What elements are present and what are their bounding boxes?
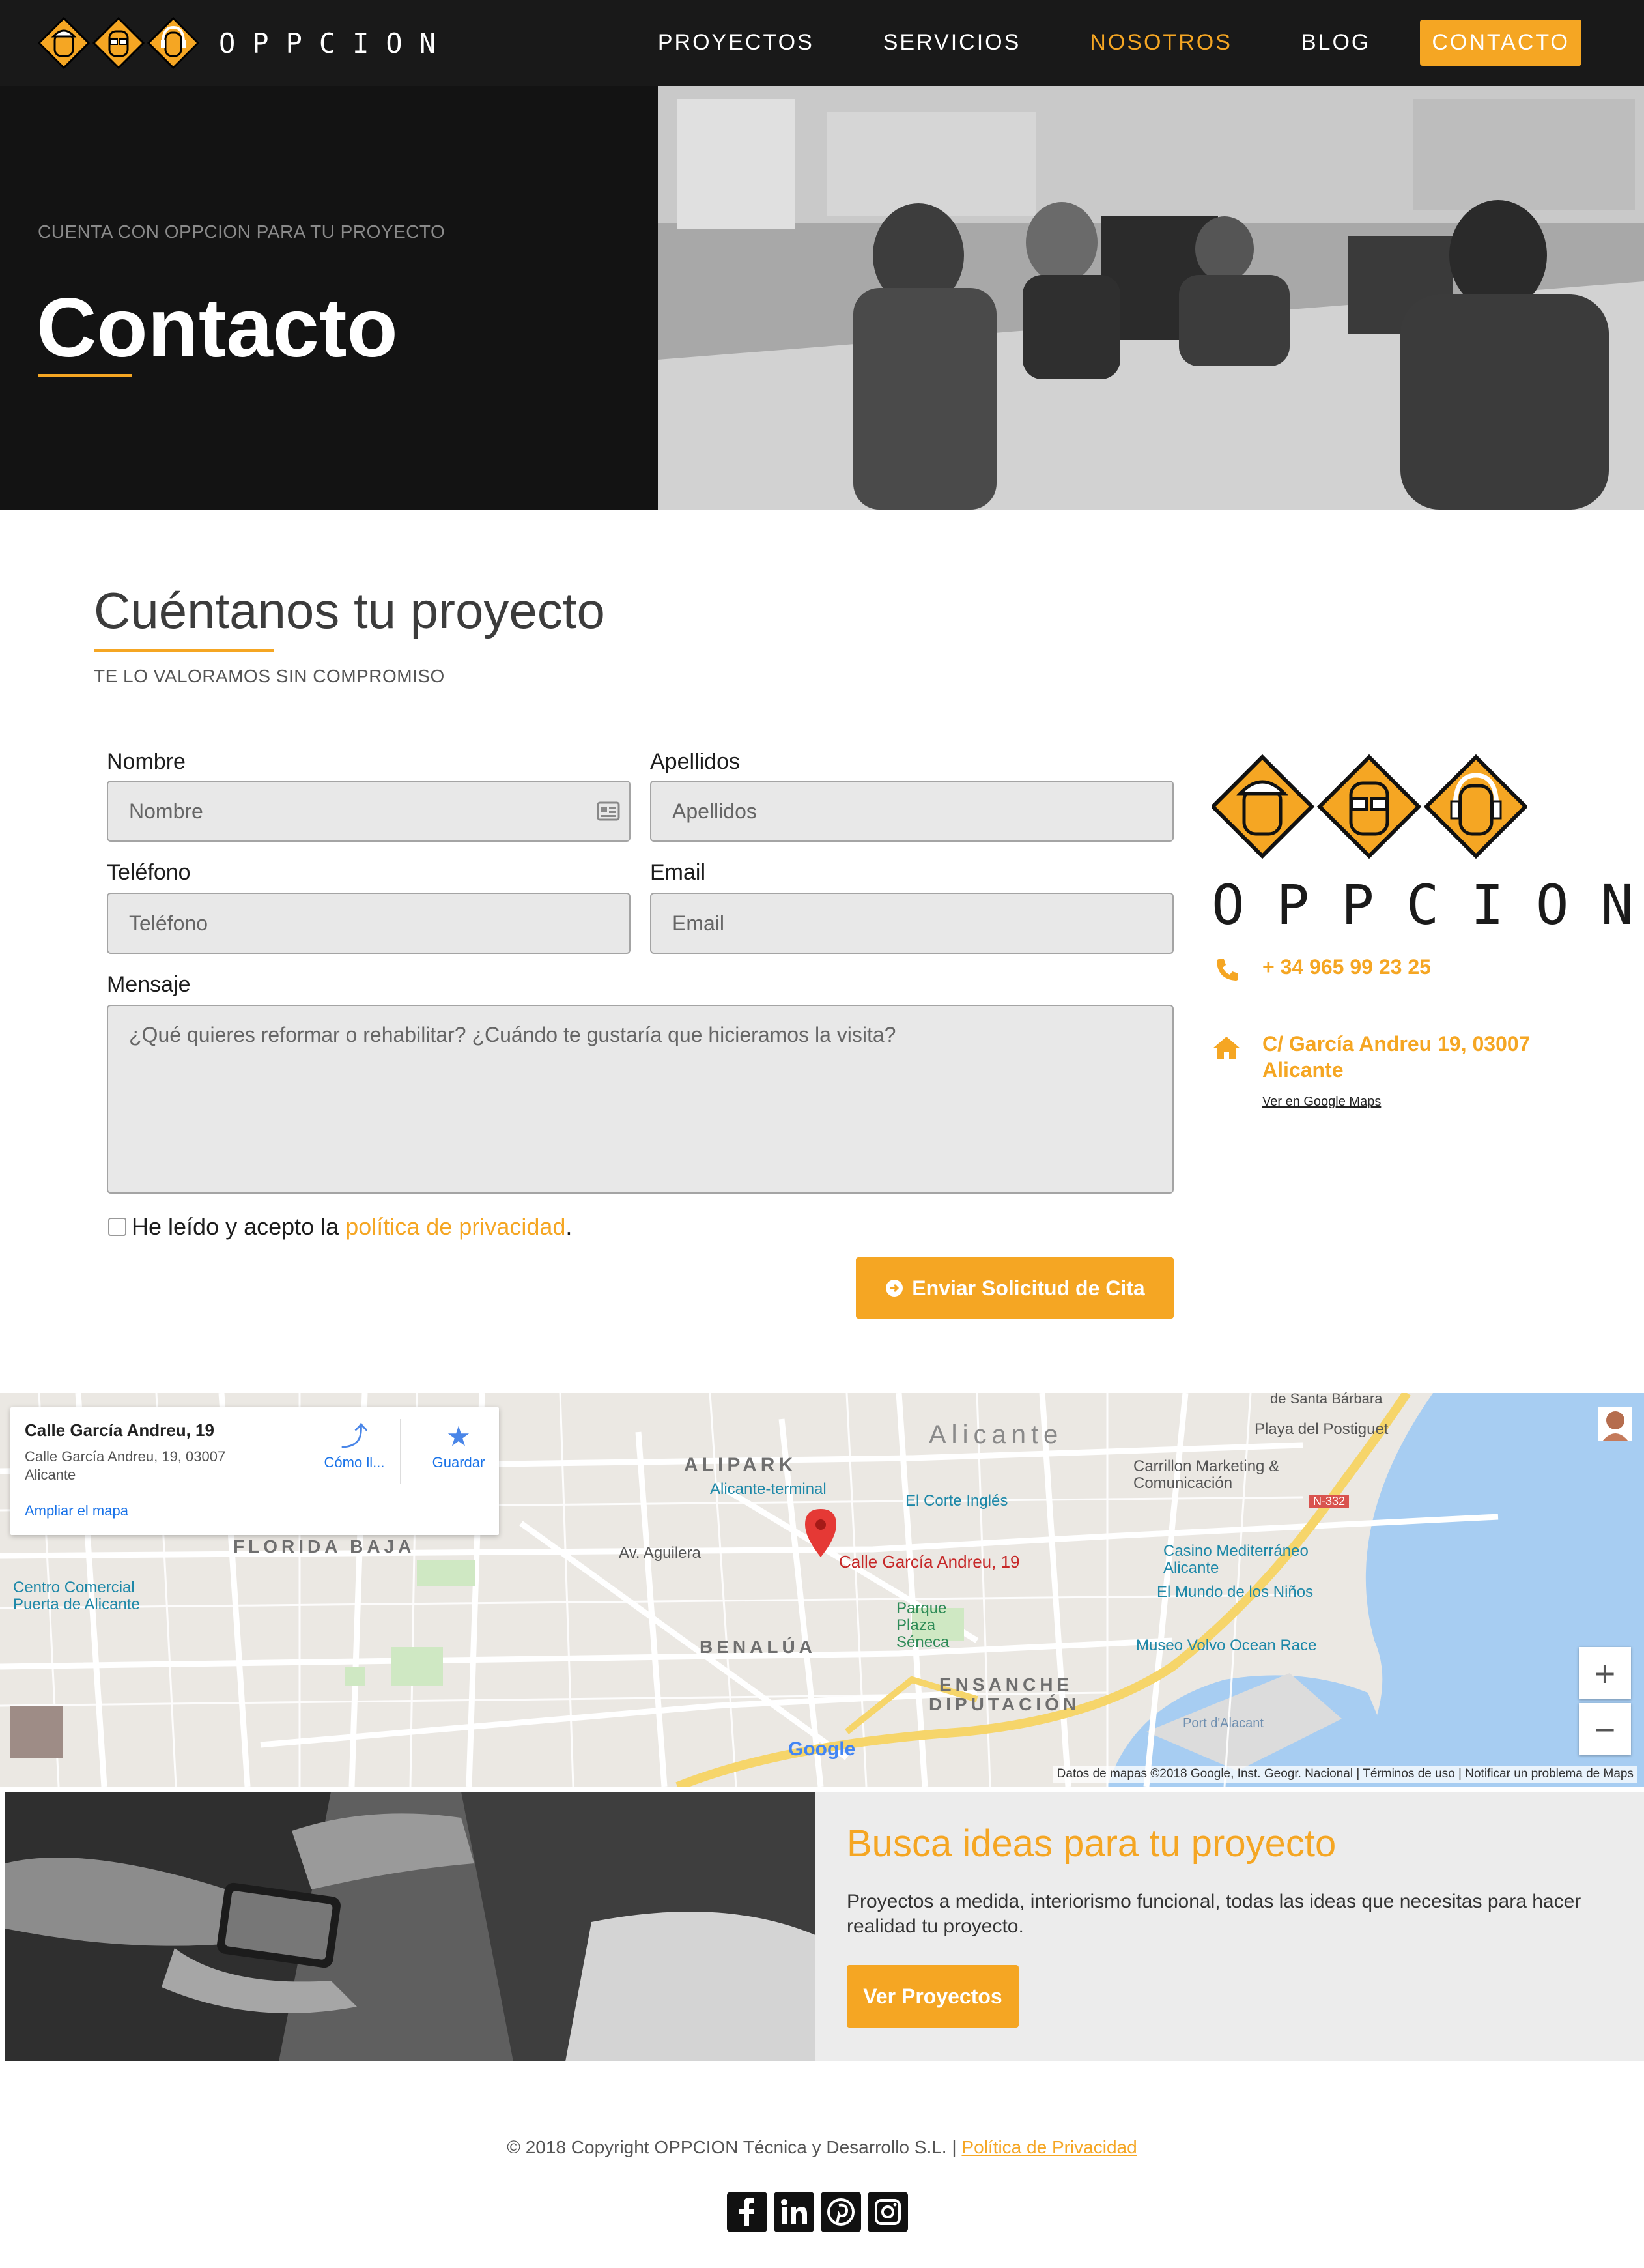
logo-faces bbox=[38, 17, 199, 69]
glasses-face-icon bbox=[92, 17, 145, 69]
map-label-port: Port d'Alacant bbox=[1183, 1716, 1264, 1730]
nombre-input[interactable] bbox=[107, 781, 631, 842]
map-directions-label: Cómo ll... bbox=[324, 1454, 385, 1471]
apellidos-input[interactable] bbox=[650, 781, 1174, 842]
contact-logo bbox=[1210, 753, 1529, 865]
privacy-consent-row: He leído y acepto la política de privaci… bbox=[108, 1213, 572, 1241]
form-section-title: Cuéntanos tu proyecto bbox=[94, 582, 605, 639]
hero-eyebrow: CUENTA CON OPPCION PARA TU PROYECTO bbox=[38, 222, 446, 242]
map-label-carrillon: Carrillon Marketing & Comunicación bbox=[1133, 1457, 1280, 1492]
map-label-parque: Parque Plaza Séneca bbox=[896, 1600, 950, 1651]
nav-blog[interactable]: BLOG bbox=[1301, 30, 1370, 55]
linkedin-icon[interactable] bbox=[774, 2192, 814, 2232]
promo-text: Proyectos a medida, interiorismo funcion… bbox=[847, 1891, 1581, 1937]
footer-privacy-link[interactable]: Política de Privacidad bbox=[961, 2137, 1137, 2157]
map-label-corte-ingles: El Corte Inglés bbox=[905, 1492, 1008, 1510]
promo-phone-photo bbox=[5, 1792, 815, 2061]
contact-address: C/ García Andreu 19, 03007 Alicante bbox=[1262, 1031, 1530, 1083]
map-zoom-out-button[interactable]: − bbox=[1579, 1703, 1631, 1755]
map-card-divider bbox=[400, 1419, 401, 1484]
nav-contacto-button[interactable]: CONTACTO bbox=[1420, 19, 1581, 66]
google-logo-text: Google bbox=[788, 1738, 856, 1760]
helmet-face-icon bbox=[38, 17, 90, 69]
contact-card-icon bbox=[597, 801, 620, 821]
map-zoom-in-button[interactable]: + bbox=[1579, 1647, 1631, 1699]
map-label-volvo: Museo Volvo Ocean Race bbox=[1136, 1637, 1317, 1654]
email-label: Email bbox=[650, 860, 706, 885]
map-label-centro-comercial: Centro Comercial Puerta de Alicante bbox=[13, 1579, 140, 1613]
contact-phone[interactable]: + 34 965 99 23 25 bbox=[1262, 955, 1431, 979]
site-logo[interactable]: OPPCION bbox=[38, 17, 453, 69]
directions-icon: ⤴ bbox=[340, 1421, 368, 1452]
map-label-alicante: Alicante bbox=[929, 1420, 1064, 1449]
title-underline bbox=[38, 374, 132, 377]
map-label-benalua: BENALÚA bbox=[700, 1637, 816, 1657]
send-request-label: Enviar Solicitud de Cita bbox=[912, 1276, 1145, 1300]
map-save-button[interactable]: ★ Guardar bbox=[419, 1419, 498, 1471]
address-line-1: C/ García Andreu 19, 03007 bbox=[1262, 1032, 1531, 1055]
map-marker-label[interactable]: Calle García Andreu, 19 bbox=[839, 1552, 1020, 1572]
privacy-text-suffix: . bbox=[565, 1213, 573, 1240]
oppcion-faces-logo-icon bbox=[1210, 754, 1529, 859]
form-section-subtitle: TE LO VALORAMOS SIN COMPROMISO bbox=[94, 666, 445, 686]
footer-copyright: © 2018 Copyright OPPCION Técnica y Desar… bbox=[0, 2137, 1644, 2158]
map-label-ninos: El Mundo de los Niños bbox=[1157, 1583, 1314, 1601]
star-icon: ★ bbox=[446, 1421, 471, 1452]
copyright-text: © 2018 Copyright OPPCION Técnica y Desar… bbox=[507, 2137, 962, 2157]
google-logo: Google bbox=[788, 1738, 855, 1760]
logo-wordmark: OPPCION bbox=[219, 27, 453, 59]
instagram-icon[interactable] bbox=[868, 2192, 908, 2232]
privacy-policy-link[interactable]: política de privacidad bbox=[345, 1213, 565, 1241]
map-label-casino: Casino Mediterráneo Alicante bbox=[1163, 1542, 1309, 1577]
facebook-icon[interactable] bbox=[727, 2192, 767, 2232]
page-title: Contacto bbox=[36, 281, 398, 375]
map-label-florida-baja: FLORIDA BAJA bbox=[233, 1536, 416, 1557]
send-request-button[interactable]: Enviar Solicitud de Cita bbox=[856, 1257, 1174, 1319]
main-menu: PROYECTOS SERVICIOS NOSOTROS BLOG CONTAC… bbox=[589, 18, 1581, 66]
map-label-diputacion: DIPUTACIÓN bbox=[929, 1694, 1081, 1714]
top-navbar: OPPCION PROYECTOS SERVICIOS NOSOTROS BLO… bbox=[0, 0, 1644, 86]
social-links bbox=[727, 2192, 908, 2232]
map-directions-button[interactable]: ⤴ Cómo ll... bbox=[315, 1419, 393, 1471]
map-label-postiguet: Playa del Postiguet bbox=[1254, 1420, 1389, 1438]
map-save-label: Guardar bbox=[432, 1454, 485, 1471]
address-line-2: Alicante bbox=[1262, 1058, 1344, 1082]
telefono-label: Teléfono bbox=[107, 860, 191, 885]
apellidos-label: Apellidos bbox=[650, 749, 740, 774]
hero-office-photo bbox=[658, 86, 1644, 510]
form-title-underline bbox=[94, 649, 274, 652]
map-road-n332: N-332 bbox=[1309, 1495, 1350, 1508]
promo-panel: Busca ideas para tu proyecto Proyectos a… bbox=[815, 1792, 1644, 2061]
map-label-santa-barbara: de Santa Bárbara bbox=[1270, 1390, 1383, 1407]
email-input[interactable] bbox=[650, 893, 1174, 954]
privacy-checkbox[interactable] bbox=[108, 1218, 126, 1236]
telefono-input[interactable] bbox=[107, 893, 631, 954]
arrow-circle-right-icon bbox=[886, 1280, 903, 1297]
ver-proyectos-button[interactable]: Ver Proyectos bbox=[847, 1965, 1019, 2028]
google-maps-link[interactable]: Ver en Google Maps bbox=[1262, 1095, 1381, 1110]
nombre-label: Nombre bbox=[107, 749, 186, 774]
mensaje-label: Mensaje bbox=[107, 972, 191, 997]
home-icon bbox=[1213, 1037, 1240, 1059]
nav-nosotros[interactable]: NOSOTROS bbox=[1090, 30, 1232, 55]
map-card-title: Calle García Andreu, 19 bbox=[25, 1420, 214, 1440]
map-label-ensanche: ENSANCHE bbox=[939, 1674, 1073, 1695]
map-label-aguilera: Av. Aguilera bbox=[619, 1544, 701, 1562]
phone-icon bbox=[1217, 959, 1238, 981]
map-label-terminal: Alicante-terminal bbox=[710, 1480, 827, 1498]
contact-logo-wordmark: OPPCION bbox=[1212, 873, 1644, 937]
nav-proyectos[interactable]: PROYECTOS bbox=[658, 30, 814, 55]
map-label-alipark: ALIPARK bbox=[684, 1454, 797, 1476]
map-place-card: Calle García Andreu, 19 Calle García And… bbox=[10, 1407, 499, 1535]
headphones-face-icon bbox=[147, 17, 199, 69]
nav-servicios[interactable]: SERVICIOS bbox=[883, 30, 1021, 55]
map-attribution[interactable]: Datos de mapas ©2018 Google, Inst. Geogr… bbox=[1053, 1766, 1637, 1783]
pinterest-icon[interactable] bbox=[821, 2192, 861, 2232]
map-expand-link[interactable]: Ampliar el mapa bbox=[25, 1502, 128, 1519]
mensaje-textarea[interactable] bbox=[107, 1005, 1174, 1194]
map-card-address: Calle García Andreu, 19, 03007 Alicante bbox=[25, 1448, 226, 1483]
promo-title: Busca ideas para tu proyecto bbox=[847, 1822, 1337, 1865]
privacy-text-prefix: He leído y acepto la bbox=[132, 1213, 346, 1240]
